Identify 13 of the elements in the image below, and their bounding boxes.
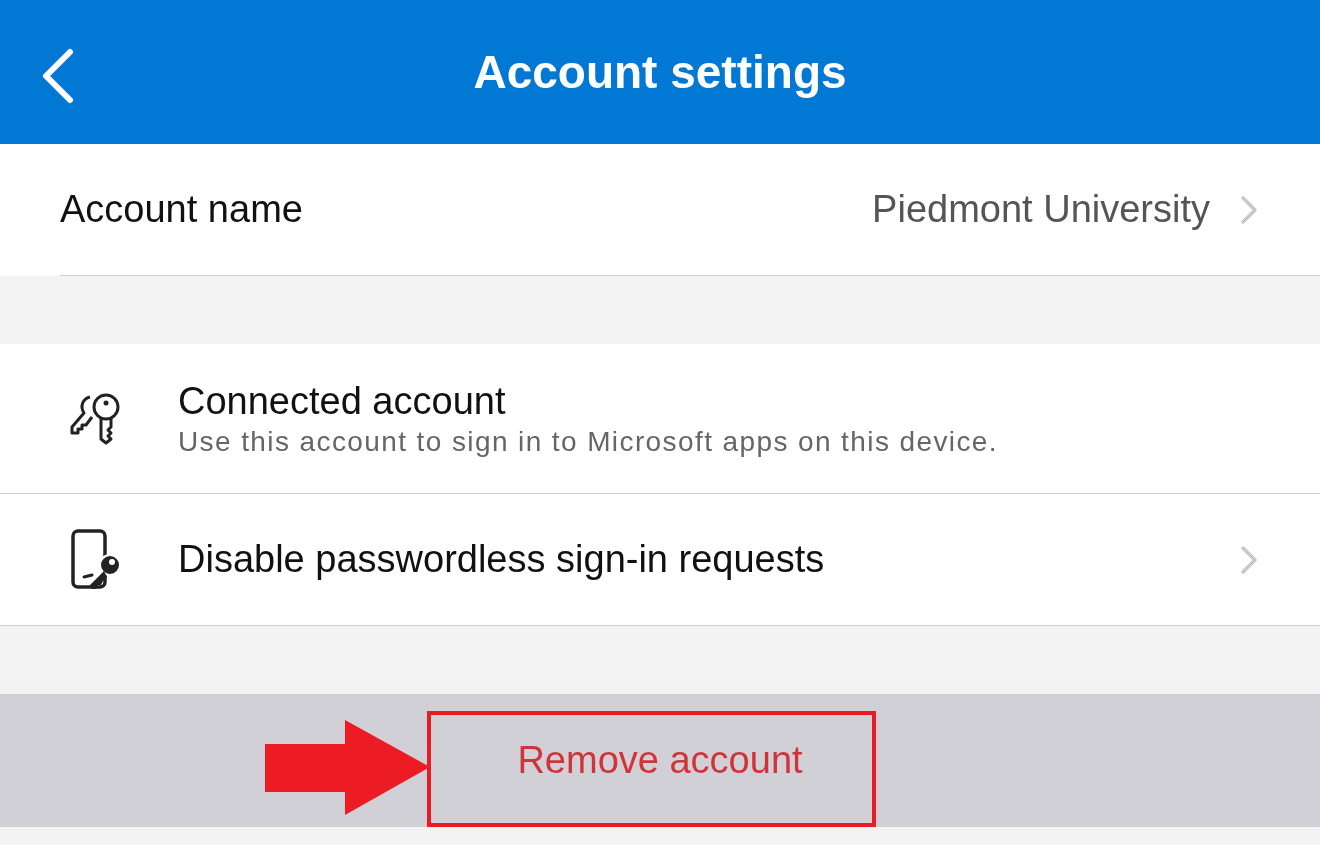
account-name-value: Piedmont University [872,187,1210,232]
disable-requests-row[interactable]: Disable passwordless sign-in requests [0,494,1320,626]
row-title: Disable passwordless sign-in requests [178,537,825,582]
page-title: Account settings [473,44,847,100]
chevron-right-icon [1240,544,1258,575]
row-title: Connected account [178,378,507,424]
account-name-row[interactable]: Account name Piedmont University [0,144,1320,276]
account-name-label: Account name [60,187,303,232]
phone-key-icon [70,528,122,591]
keys-icon [70,392,122,445]
row-subtitle: Use this account to sign in to Microsoft apps on this device. [178,424,998,459]
chevron-right-icon [1240,194,1258,225]
back-icon [40,48,74,104]
